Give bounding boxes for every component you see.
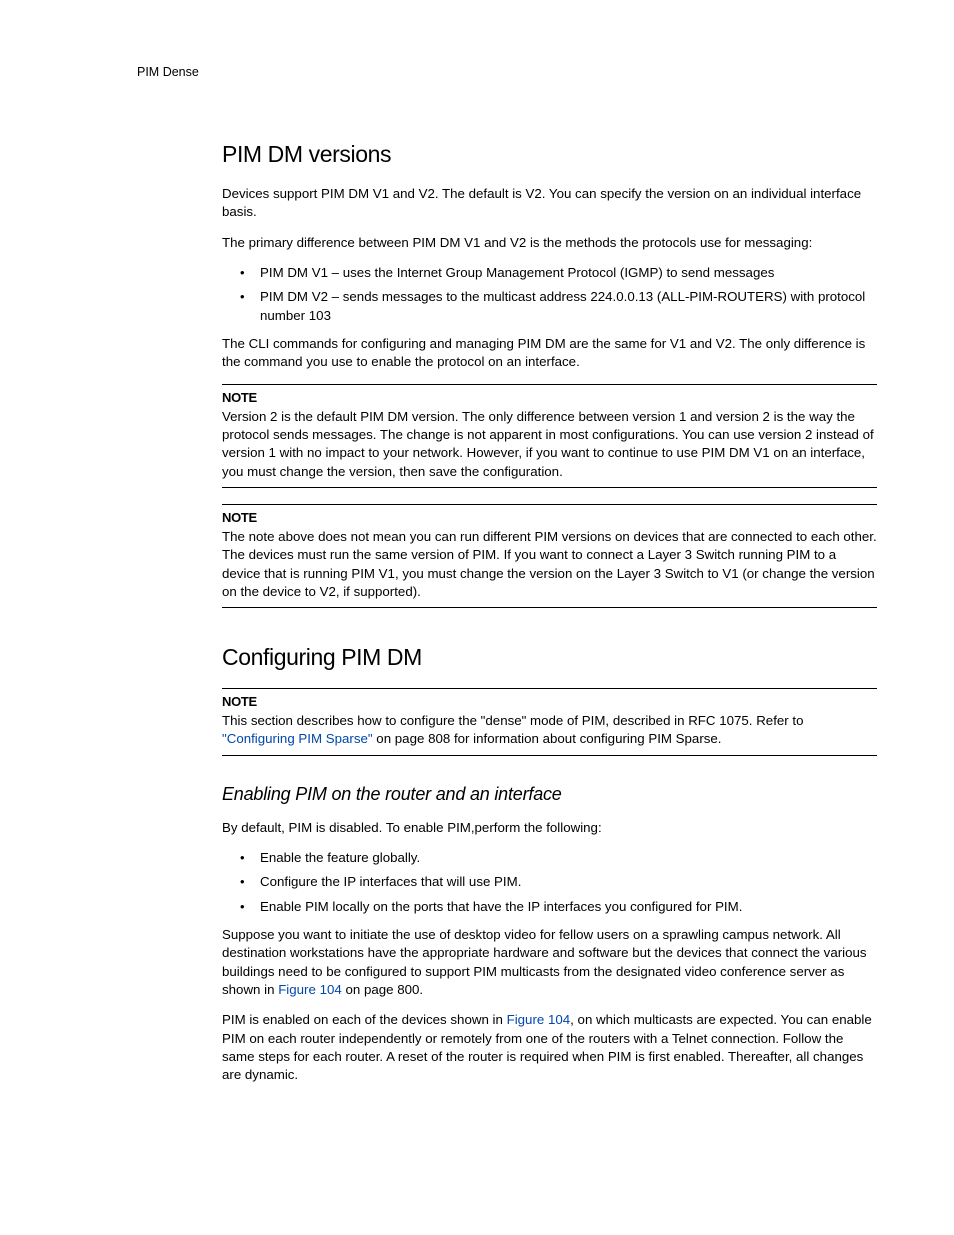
note-text: on page 808 for information about config… <box>373 731 722 746</box>
note-body: The note above does not mean you can run… <box>222 528 877 601</box>
subheading-enabling-pim: Enabling PIM on the router and an interf… <box>222 782 877 807</box>
note-label: NOTE <box>222 389 877 407</box>
link-figure-104[interactable]: Figure 104 <box>278 982 342 997</box>
link-figure-104[interactable]: Figure 104 <box>507 1012 571 1027</box>
list-item: PIM DM V1 – uses the Internet Group Mana… <box>222 264 877 282</box>
note-label: NOTE <box>222 509 877 527</box>
paragraph: By default, PIM is disabled. To enable P… <box>222 819 877 837</box>
list-item: PIM DM V2 – sends messages to the multic… <box>222 288 877 325</box>
note-text: This section describes how to configure … <box>222 713 804 728</box>
page: PIM Dense PIM DM versions Devices suppor… <box>0 0 954 1235</box>
text: PIM is enabled on each of the devices sh… <box>222 1012 507 1027</box>
text: on page 800. <box>342 982 423 997</box>
note-body: This section describes how to configure … <box>222 712 877 749</box>
bullet-list: Enable the feature globally. Configure t… <box>222 849 877 916</box>
note-body: Version 2 is the default PIM DM version.… <box>222 408 877 481</box>
note-block: NOTE Version 2 is the default PIM DM ver… <box>222 384 877 488</box>
heading-pim-dm-versions: PIM DM versions <box>222 139 877 171</box>
paragraph: PIM is enabled on each of the devices sh… <box>222 1011 877 1084</box>
note-label: NOTE <box>222 693 877 711</box>
running-head: PIM Dense <box>137 64 894 81</box>
list-item: Configure the IP interfaces that will us… <box>222 873 877 891</box>
content-column: PIM DM versions Devices support PIM DM V… <box>222 139 877 1084</box>
bullet-list: PIM DM V1 – uses the Internet Group Mana… <box>222 264 877 325</box>
link-configuring-pim-sparse[interactable]: "Configuring PIM Sparse" <box>222 731 373 746</box>
note-block: NOTE This section describes how to confi… <box>222 688 877 756</box>
heading-configuring-pim-dm: Configuring PIM DM <box>222 642 877 674</box>
paragraph: The CLI commands for configuring and man… <box>222 335 877 372</box>
paragraph: The primary difference between PIM DM V1… <box>222 234 877 252</box>
paragraph: Devices support PIM DM V1 and V2. The de… <box>222 185 877 222</box>
paragraph: Suppose you want to initiate the use of … <box>222 926 877 999</box>
note-block: NOTE The note above does not mean you ca… <box>222 504 877 608</box>
list-item: Enable the feature globally. <box>222 849 877 867</box>
list-item: Enable PIM locally on the ports that hav… <box>222 898 877 916</box>
